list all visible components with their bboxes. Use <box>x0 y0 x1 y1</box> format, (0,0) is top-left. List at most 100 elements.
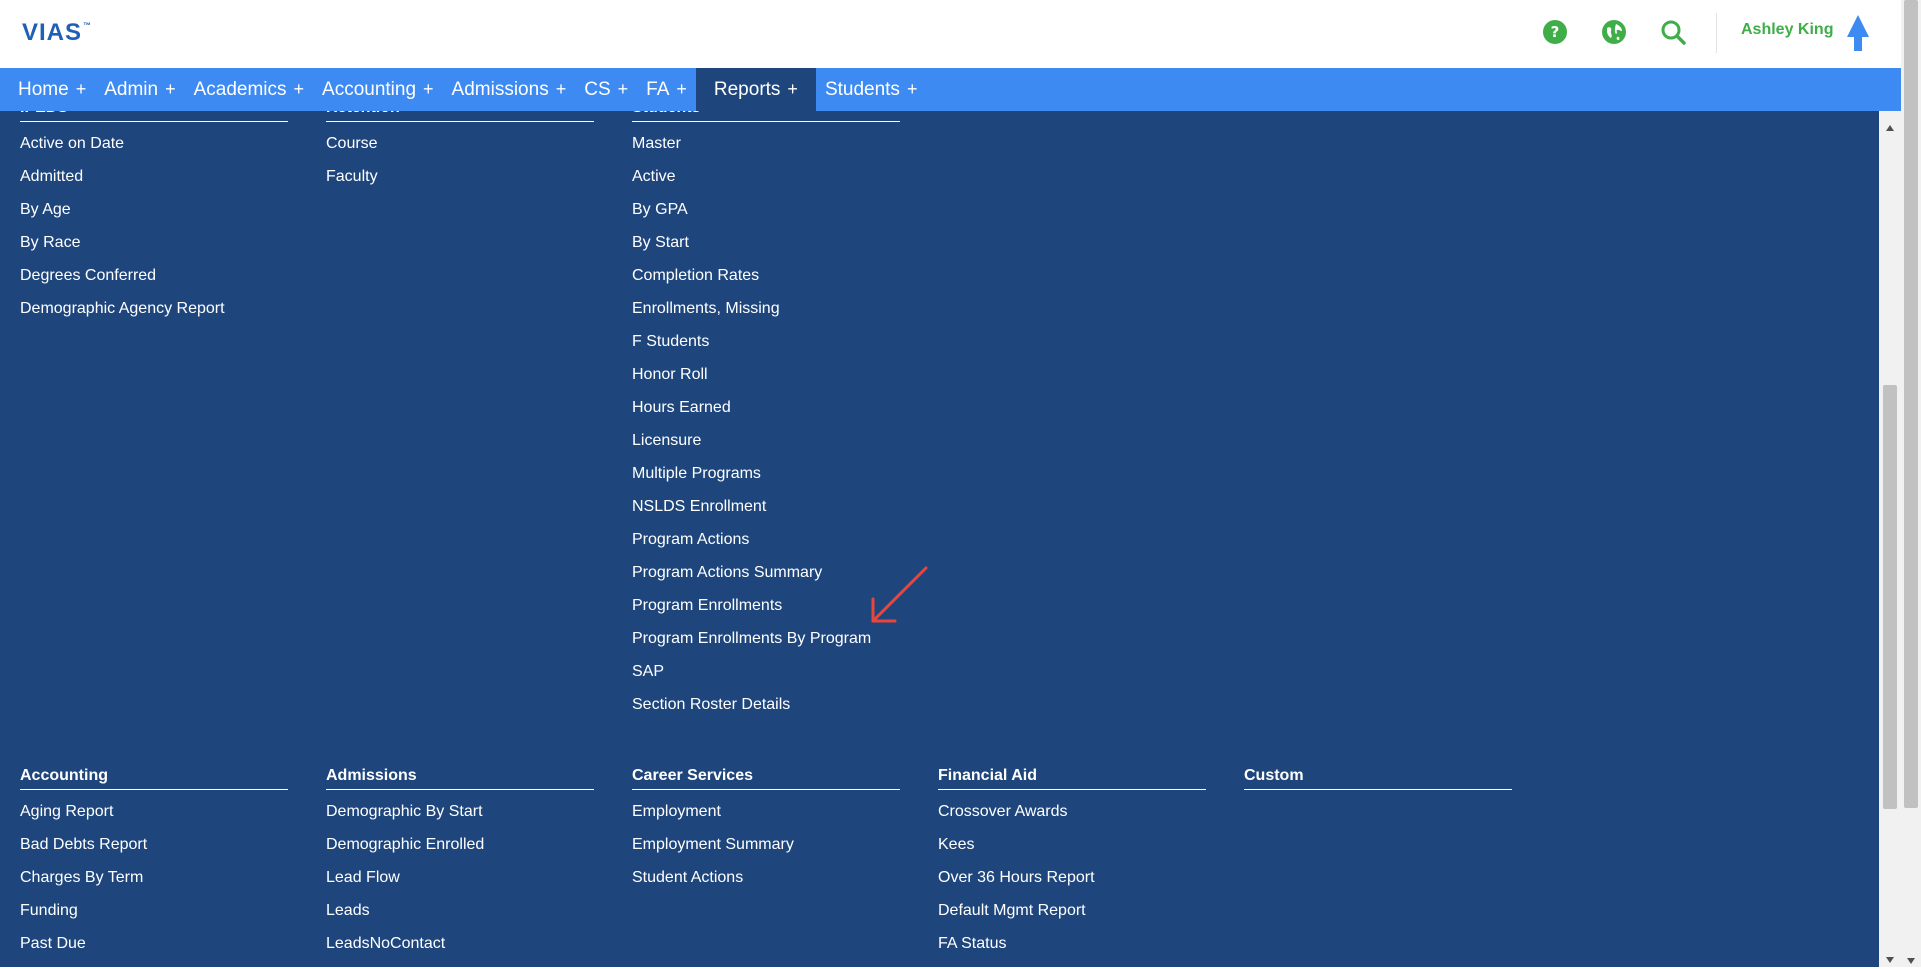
section-title: Accounting <box>20 762 288 790</box>
nav-label: Admissions <box>451 78 549 100</box>
section-title: Retention <box>326 111 594 122</box>
section-financial-aid: Financial Aid Crossover Awards Kees Over 3… <box>938 762 1206 960</box>
menu-link[interactable]: FA Status <box>938 927 1206 960</box>
menu-link[interactable]: Default Mgmt Report <box>938 894 1206 927</box>
plus-icon: + <box>165 79 176 99</box>
menu-link[interactable]: Bad Debts Report <box>20 828 288 861</box>
menu-link[interactable]: Demographic By Start <box>326 795 594 828</box>
nav-label: Home <box>18 78 69 100</box>
section-list: Course Faculty <box>326 127 594 193</box>
section-list: Master Active By GPA By Start Completion Rat… <box>632 127 900 721</box>
section-list: Active on Date Admitted By Age By Race Degre… <box>20 127 288 325</box>
menu-link[interactable]: Active <box>632 160 900 193</box>
nav-admissions[interactable]: Admissions + <box>443 68 576 111</box>
menu-link[interactable]: Leads <box>326 894 594 927</box>
menu-link[interactable]: Lead Flow <box>326 861 594 894</box>
menu-link[interactable]: Employment <box>632 795 900 828</box>
page-scroll-thumb[interactable] <box>1904 0 1918 808</box>
nav-students[interactable]: Students + <box>816 68 927 111</box>
nav-academics[interactable]: Academics + <box>185 68 313 111</box>
menu-link[interactable]: Charges By Term <box>20 861 288 894</box>
menu-link[interactable]: LeadsNoContact <box>326 927 594 960</box>
nav-cs[interactable]: CS + <box>575 68 637 111</box>
section-list: Demographic By Start Demographic Enrolled… <box>326 795 594 960</box>
menu-link[interactable]: Employment Summary <box>632 828 900 861</box>
menu-link[interactable]: Kees <box>938 828 1206 861</box>
section-list: Aging Report Bad Debts Report Charges By T… <box>20 795 288 960</box>
nav-accounting[interactable]: Accounting + <box>313 68 443 111</box>
menu-link[interactable]: NSLDS Enrollment <box>632 490 900 523</box>
menu-link[interactable]: Admitted <box>20 160 288 193</box>
logo-text: VIAS <box>22 19 83 46</box>
menu-link[interactable]: Demographic Enrolled <box>326 828 594 861</box>
menu-link[interactable]: Crossover Awards <box>938 795 1206 828</box>
up-arrow-icon[interactable] <box>1846 15 1870 55</box>
nav-home[interactable]: Home + <box>0 68 95 111</box>
section-students: Students MasterActiveBy GPABy StartCompl… <box>632 111 900 721</box>
menu-link[interactable]: Program Actions <box>632 523 900 556</box>
plus-icon: + <box>906 79 918 99</box>
menu-link[interactable]: Course <box>326 127 594 160</box>
menu-link[interactable]: Faculty <box>326 160 594 193</box>
plus-icon: + <box>555 79 567 99</box>
menu-link[interactable]: By GPA <box>632 193 900 226</box>
menu-link[interactable]: Demographic Agency Report <box>20 292 288 325</box>
menu-link[interactable]: F Students <box>632 325 900 358</box>
menu-link[interactable]: By Start <box>632 226 900 259</box>
nav-label: Academics <box>193 78 287 100</box>
section-title: Custom <box>1244 762 1512 790</box>
scroll-up-arrow-icon[interactable] <box>1885 117 1895 136</box>
main-nav: Home + Admin + Academics + Accounting + Admi… <box>0 68 1901 111</box>
nav-fa[interactable]: FA + <box>637 68 696 111</box>
nav-label: Admin <box>104 78 159 100</box>
globe-icon[interactable] <box>1599 17 1629 47</box>
menu-link[interactable]: Program Enrollments By Program <box>632 622 900 655</box>
menu-link[interactable]: Honor Roll <box>632 358 900 391</box>
menu-link[interactable]: By Race <box>20 226 288 259</box>
plus-icon: + <box>617 79 629 99</box>
scroll-thumb[interactable] <box>1883 385 1897 809</box>
menu-link[interactable]: Program Enrollments <box>632 589 900 622</box>
menu-link[interactable]: Past Due <box>20 927 288 960</box>
menu-link[interactable]: Degrees Conferred <box>20 259 288 292</box>
menu-link[interactable]: Master <box>632 127 900 160</box>
page-scrollbar[interactable] <box>1901 0 1921 967</box>
section-ipeds: IPEDS Active on DateAdmittedBy AgeBy Rac… <box>20 111 288 325</box>
menu-link[interactable]: Program Actions Summary <box>632 556 900 589</box>
menu-link[interactable]: Enrollments, Missing <box>632 292 900 325</box>
menu-link[interactable]: Completion Rates <box>632 259 900 292</box>
menu-link[interactable]: Funding <box>20 894 288 927</box>
menu-link[interactable]: Active on Date <box>20 127 288 160</box>
nav-label: Accounting <box>322 78 417 100</box>
menu-link[interactable]: Over 36 Hours Report <box>938 861 1206 894</box>
section-title: Financial Aid <box>938 762 1206 790</box>
header-icons: ? <box>1540 17 1717 47</box>
section-title: Admissions <box>326 762 594 790</box>
menu-link[interactable]: SAP <box>632 655 900 688</box>
vias-logo[interactable]: VIAS™ <box>22 19 91 47</box>
nav-admin[interactable]: Admin + <box>95 68 184 111</box>
content-scrollbar[interactable] <box>1879 111 1901 967</box>
menu-link[interactable]: Aging Report <box>20 795 288 828</box>
plus-icon: + <box>676 79 687 99</box>
nav-reports[interactable]: Reports + <box>695 68 816 111</box>
scroll-down-arrow-icon[interactable] <box>1885 949 1895 968</box>
help-icon[interactable]: ? <box>1540 17 1570 47</box>
reports-mega-menu: IPEDS Active on DateAdmittedBy AgeBy Rac… <box>0 111 1879 967</box>
nav-label: FA <box>646 78 670 100</box>
menu-link[interactable]: Hours Earned <box>632 391 900 424</box>
section-title: Students <box>632 111 900 122</box>
plus-icon: + <box>787 79 798 99</box>
section-list: Employment Employment Summary Student Acti… <box>632 795 900 894</box>
menu-link[interactable]: Student Actions <box>632 861 900 894</box>
page-scroll-down-arrow-icon[interactable] <box>1906 950 1916 969</box>
header-divider <box>1716 13 1717 53</box>
red-arrow-annotation <box>868 566 928 630</box>
search-icon[interactable] <box>1658 17 1688 47</box>
menu-link[interactable]: Section Roster Details <box>632 688 900 721</box>
user-name[interactable]: Ashley King <box>1741 21 1833 39</box>
menu-link[interactable]: Multiple Programs <box>632 457 900 490</box>
menu-link[interactable]: Licensure <box>632 424 900 457</box>
menu-link[interactable]: By Age <box>20 193 288 226</box>
nav-label: CS <box>584 78 611 100</box>
